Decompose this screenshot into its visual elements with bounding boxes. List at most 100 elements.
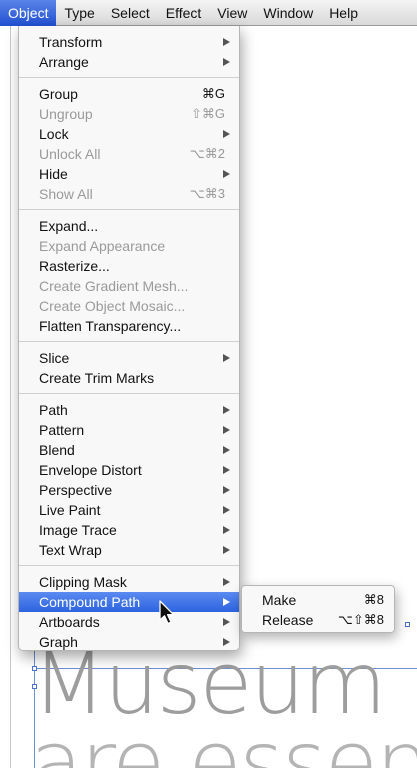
- menu-item-graph[interactable]: Graph: [19, 632, 239, 652]
- submenu-arrow-icon: [223, 598, 230, 606]
- submenu-item-label: Make: [262, 592, 297, 608]
- submenu-item-shortcut: ⌘8: [363, 592, 384, 607]
- submenu-item-make[interactable]: Make ⌘8: [242, 590, 394, 610]
- menu-item-label: Pattern: [39, 422, 85, 438]
- submenu-arrow-icon: [223, 170, 230, 178]
- menu-item-image-trace[interactable]: Image Trace: [19, 520, 239, 540]
- menu-item-artboards[interactable]: Artboards: [19, 612, 239, 632]
- menu-item-unlock-all[interactable]: Unlock All ⌥⌘2: [19, 144, 239, 164]
- menu-item-label: Create Gradient Mesh...: [39, 278, 189, 294]
- submenu-item-release[interactable]: Release ⌥⇧⌘8: [242, 610, 394, 630]
- menu-item-transform[interactable]: Transform: [19, 32, 239, 52]
- menu-item-text-wrap[interactable]: Text Wrap: [19, 540, 239, 560]
- menu-item-label: Compound Path: [39, 594, 141, 610]
- menubar-type[interactable]: Type: [56, 0, 102, 26]
- menu-item-label: Group: [39, 86, 78, 102]
- submenu-arrow-icon: [223, 446, 230, 454]
- submenu-arrow-icon: [223, 638, 230, 646]
- menu-item-perspective[interactable]: Perspective: [19, 480, 239, 500]
- menu-item-ungroup[interactable]: Ungroup ⇧⌘G: [19, 104, 239, 124]
- menu-item-pattern[interactable]: Pattern: [19, 420, 239, 440]
- menubar-select[interactable]: Select: [103, 0, 158, 26]
- menu-item-shortcut: ⌘G: [201, 86, 225, 101]
- menu-item-compound-path[interactable]: Compound Path: [19, 592, 239, 612]
- menubar-object[interactable]: Object: [0, 0, 57, 26]
- menu-separator: [19, 77, 239, 78]
- submenu-arrow-icon: [223, 618, 230, 626]
- submenu-arrow-icon: [223, 486, 230, 494]
- menu-item-blend[interactable]: Blend: [19, 440, 239, 460]
- menu-item-label: Graph: [39, 634, 78, 650]
- submenu-arrow-icon: [223, 38, 230, 46]
- menu-item-slice[interactable]: Slice: [19, 348, 239, 368]
- menu-item-label: Envelope Distort: [39, 462, 142, 478]
- canvas-edge-line: [10, 26, 11, 768]
- menu-item-label: Perspective: [39, 482, 113, 498]
- menu-item-expand[interactable]: Expand...: [19, 216, 239, 236]
- submenu-arrow-icon: [223, 406, 230, 414]
- menu-item-rasterize[interactable]: Rasterize...: [19, 256, 239, 276]
- menu-item-shortcut: ⌥⌘3: [189, 186, 225, 201]
- menubar-effect[interactable]: Effect: [158, 0, 210, 26]
- menu-item-label: Hide: [39, 166, 68, 182]
- menu-item-create-trim-marks[interactable]: Create Trim Marks: [19, 368, 239, 388]
- menu-item-label: Show All: [39, 186, 93, 202]
- menubar-help[interactable]: Help: [321, 0, 366, 26]
- menu-item-expand-appearance[interactable]: Expand Appearance: [19, 236, 239, 256]
- menu-item-label: Artboards: [39, 614, 100, 630]
- menu-item-shortcut: ⇧⌘G: [190, 106, 225, 121]
- object-menu-dropdown: Transform Arrange Group ⌘G Ungroup ⇧⌘G Lock Unl…: [18, 26, 240, 651]
- menu-item-flatten-transparency[interactable]: Flatten Transparency...: [19, 316, 239, 336]
- menu-item-label: Expand...: [39, 218, 99, 234]
- submenu-arrow-icon: [223, 526, 230, 534]
- menu-item-label: Unlock All: [39, 146, 101, 162]
- menu-item-arrange[interactable]: Arrange: [19, 52, 239, 72]
- menu-item-label: Slice: [39, 350, 70, 366]
- submenu-arrow-icon: [223, 466, 230, 474]
- menu-item-label: Image Trace: [39, 522, 117, 538]
- menu-item-label: Create Trim Marks: [39, 370, 155, 386]
- menu-item-create-object-mosaic[interactable]: Create Object Mosaic...: [19, 296, 239, 316]
- submenu-item-label: Release: [262, 612, 314, 628]
- menu-item-live-paint[interactable]: Live Paint: [19, 500, 239, 520]
- submenu-arrow-icon: [223, 578, 230, 586]
- submenu-arrow-icon: [223, 546, 230, 554]
- menu-separator: [19, 209, 239, 210]
- menu-item-label: Ungroup: [39, 106, 93, 122]
- menu-item-group[interactable]: Group ⌘G: [19, 84, 239, 104]
- menubar-window[interactable]: Window: [255, 0, 321, 26]
- menu-item-show-all[interactable]: Show All ⌥⌘3: [19, 184, 239, 204]
- submenu-arrow-icon: [223, 130, 230, 138]
- menu-bar: Object Type Select Effect View Window Help: [0, 0, 417, 26]
- menu-item-label: Text Wrap: [39, 542, 102, 558]
- menu-item-label: Expand Appearance: [39, 238, 166, 254]
- selection-handle[interactable]: [405, 622, 410, 627]
- submenu-arrow-icon: [223, 58, 230, 66]
- menu-item-path[interactable]: Path: [19, 400, 239, 420]
- menu-item-lock[interactable]: Lock: [19, 124, 239, 144]
- menu-item-label: Transform: [39, 34, 103, 50]
- menu-item-create-gradient-mesh[interactable]: Create Gradient Mesh...: [19, 276, 239, 296]
- menu-item-label: Path: [39, 402, 68, 418]
- menu-item-label: Rasterize...: [39, 258, 110, 274]
- menu-item-clipping-mask[interactable]: Clipping Mask: [19, 572, 239, 592]
- menu-item-label: Create Object Mosaic...: [39, 298, 186, 314]
- menu-item-label: Flatten Transparency...: [39, 318, 182, 334]
- submenu-arrow-icon: [223, 354, 230, 362]
- menu-item-label: Clipping Mask: [39, 574, 127, 590]
- menu-item-label: Blend: [39, 442, 75, 458]
- mouse-pointer-icon: [159, 600, 175, 625]
- menu-item-hide[interactable]: Hide: [19, 164, 239, 184]
- menu-item-label: Lock: [39, 126, 69, 142]
- menu-separator: [19, 341, 239, 342]
- menu-item-label: Arrange: [39, 54, 89, 70]
- submenu-arrow-icon: [223, 506, 230, 514]
- menu-item-shortcut: ⌥⌘2: [189, 146, 225, 161]
- menu-separator: [19, 393, 239, 394]
- menu-separator: [19, 565, 239, 566]
- menu-item-envelope-distort[interactable]: Envelope Distort: [19, 460, 239, 480]
- submenu-arrow-icon: [223, 426, 230, 434]
- compound-path-submenu: Make ⌘8 Release ⌥⇧⌘8: [241, 585, 395, 633]
- canvas-text-line-2[interactable]: are essen: [30, 720, 417, 768]
- menubar-view[interactable]: View: [209, 0, 255, 26]
